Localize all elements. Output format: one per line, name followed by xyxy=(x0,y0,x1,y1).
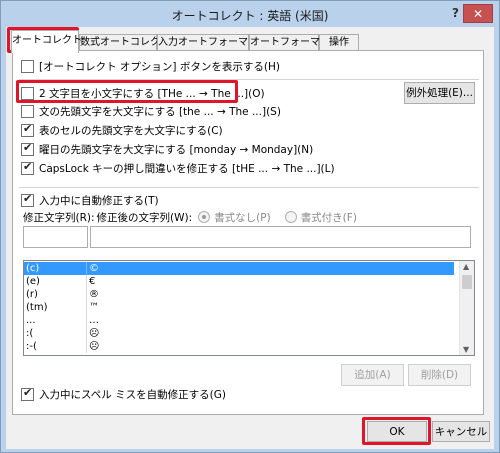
autocorrect-list[interactable]: (c) © (e) € (r) ® (tm) ™... … :( ☹ :-( ☹ ▲ ▼ xyxy=(23,260,475,356)
column-separator xyxy=(86,275,87,288)
list-item-from: (r) xyxy=(26,289,38,300)
column-separator xyxy=(86,340,87,353)
list-item[interactable]: (e) € xyxy=(24,275,454,288)
list-item-to: ® xyxy=(89,289,99,300)
title-bar[interactable]: オートコレクト : 英語 (米国) ? ✕ xyxy=(1,1,499,27)
list-item-from: (tm) xyxy=(26,302,48,313)
capitalize-sentences-checkbox[interactable] xyxy=(21,104,34,118)
column-separator xyxy=(86,262,87,275)
help-icon[interactable]: ? xyxy=(452,6,459,20)
list-item-from: :-( xyxy=(26,341,37,352)
option-replace-as-you-type[interactable]: 入力中に自動修正する(T) xyxy=(21,192,159,208)
dialog-body: オートコレクト 数式オートコレクト 入力オートフォーマット オートフォーマット … xyxy=(6,27,494,449)
column-separator xyxy=(86,301,87,314)
option-capitalize-table-cells[interactable]: 表のセルの先頭文字を大文字にする(C) xyxy=(21,122,223,138)
list-item-from: ... xyxy=(26,315,36,326)
replace-as-you-type-label: 入力中に自動修正する(T) xyxy=(39,194,159,207)
caps-lock-checkbox[interactable] xyxy=(21,160,34,175)
add-button[interactable]: 追加(A) xyxy=(341,364,404,386)
list-item-to: ☹ xyxy=(89,328,100,339)
option-auto-spell[interactable]: 入力中にスペル ミスを自動修正する(G) xyxy=(21,386,226,402)
replace-as-you-type-checkbox[interactable] xyxy=(21,192,34,207)
column-separator xyxy=(86,288,87,301)
radio-plain-label: 書式なし(P) xyxy=(214,211,271,224)
list-item-from: (e) xyxy=(26,276,40,287)
list-item[interactable]: (tm) ™ xyxy=(24,301,454,314)
list-item[interactable]: (c) © xyxy=(24,262,454,275)
list-item[interactable]: (r) ® xyxy=(24,288,454,301)
two-initial-caps-checkbox[interactable] xyxy=(21,86,34,100)
list-item-to: © xyxy=(89,263,99,274)
capitalize-sentences-label: 文の先頭文字を大文字にする [the ... → The ...](S) xyxy=(39,105,281,118)
delete-button[interactable]: 削除(D) xyxy=(408,364,471,386)
radio-formatted[interactable]: 書式付き(F) xyxy=(284,210,357,225)
with-input[interactable] xyxy=(90,226,471,248)
replace-label: 修正文字列(R): xyxy=(23,211,95,224)
list-item-to: € xyxy=(89,276,96,287)
option-capitalize-days[interactable]: 曜日の先頭文字を大文字にする [monday → Monday](N) xyxy=(21,141,313,157)
list-item-to: ☹ xyxy=(89,341,100,352)
auto-spell-label: 入力中にスペル ミスを自動修正する(G) xyxy=(39,388,226,401)
capitalize-days-checkbox[interactable] xyxy=(21,141,34,156)
scroll-up-icon[interactable]: ▲ xyxy=(463,262,469,271)
radio-plain-button[interactable] xyxy=(198,211,211,223)
capitalize-table-cells-checkbox[interactable] xyxy=(21,122,34,137)
capitalize-table-cells-label: 表のセルの先頭文字を大文字にする(C) xyxy=(39,124,223,137)
list-item[interactable]: :-( ☹ xyxy=(24,340,454,353)
cancel-button[interactable]: キャンセル xyxy=(432,421,490,442)
auto-spell-checkbox[interactable] xyxy=(21,386,34,401)
autocorrect-pane: [オートコレクト オプション] ボタンを表示する(H) 2 文字目を小文字にする… xyxy=(12,50,484,415)
list-scrollbar[interactable]: ▲ ▼ xyxy=(459,261,474,355)
replace-input[interactable] xyxy=(23,226,88,248)
option-two-initial-caps[interactable]: 2 文字目を小文字にする [THe ... → The ...](O) xyxy=(21,85,265,101)
radio-formatted-label: 書式付き(F) xyxy=(300,211,357,224)
option-show-buttons[interactable]: [オートコレクト オプション] ボタンを表示する(H) xyxy=(21,58,280,74)
option-caps-lock[interactable]: CapsLock キーの押し間違いを修正する [tHE ... → The ..… xyxy=(21,160,335,176)
list-item-to: … xyxy=(89,315,99,326)
list-item[interactable]: ... … xyxy=(24,314,454,327)
option-capitalize-sentences[interactable]: 文の先頭文字を大文字にする [the ... → The ...](S) xyxy=(21,103,281,119)
two-initial-caps-label: 2 文字目を小文字にする [THe ... → The ...](O) xyxy=(39,87,265,100)
column-separator xyxy=(86,327,87,340)
list-item-from: (c) xyxy=(26,263,40,274)
list-item[interactable]: :( ☹ xyxy=(24,327,454,340)
capitalize-days-label: 曜日の先頭文字を大文字にする [monday → Monday](N) xyxy=(39,143,314,156)
show-buttons-checkbox[interactable] xyxy=(21,59,34,73)
column-separator xyxy=(86,314,87,327)
exceptions-button[interactable]: 例外処理(E)... xyxy=(404,82,475,104)
ok-button[interactable]: OK xyxy=(367,421,427,442)
separator xyxy=(19,187,479,188)
radio-formatted-button[interactable] xyxy=(284,211,297,223)
caps-lock-label: CapsLock キーの押し間違いを修正する [tHE ... → The ..… xyxy=(39,162,335,175)
list-item-from: :( xyxy=(26,328,34,339)
tab-autocorrect[interactable]: オートコレクト xyxy=(11,30,82,53)
window-title: オートコレクト : 英語 (米国) xyxy=(171,9,329,23)
radio-plain[interactable]: 書式なし(P) xyxy=(198,210,271,225)
list-item-to: ™ xyxy=(89,302,99,313)
close-icon[interactable]: ✕ xyxy=(463,4,493,23)
scroll-down-icon[interactable]: ▼ xyxy=(463,345,469,354)
autocorrect-dialog: オートコレクト : 英語 (米国) ? ✕ オートコレクト 数式オートコレクト … xyxy=(0,0,500,453)
replace-labels-row: 修正文字列(R): 修正後の文字列(W): 書式なし(P) 書式付き(F) xyxy=(23,209,357,225)
show-buttons-label: [オートコレクト オプション] ボタンを表示する(H) xyxy=(39,60,280,73)
separator xyxy=(19,79,479,80)
scroll-thumb[interactable] xyxy=(462,275,472,289)
with-label: 修正後の文字列(W): xyxy=(96,211,193,224)
